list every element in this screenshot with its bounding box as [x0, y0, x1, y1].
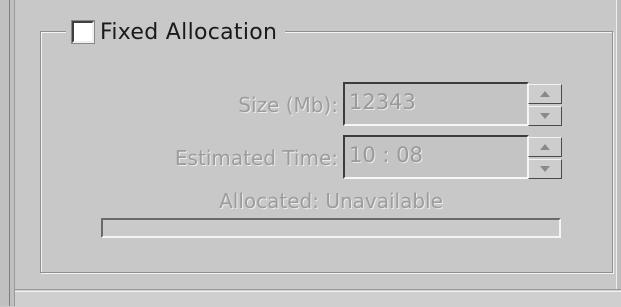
- fixed-allocation-legend[interactable]: Fixed Allocation: [66, 17, 286, 47]
- size-input[interactable]: 12343: [343, 82, 529, 126]
- triangle-up-icon: [540, 91, 550, 97]
- time-spin-down-button[interactable]: [528, 159, 562, 179]
- size-spin-down-button[interactable]: [528, 106, 562, 126]
- fixed-allocation-checkbox[interactable]: [72, 21, 94, 43]
- window-left-edge: [0, 0, 15, 306]
- allocated-status-label: Allocated: Unavailable: [219, 189, 443, 213]
- triangle-down-icon: [540, 113, 550, 119]
- triangle-down-icon: [540, 166, 550, 172]
- time-spin-up-button[interactable]: [528, 137, 562, 157]
- size-spin-up-button[interactable]: [528, 84, 562, 104]
- window-right-edge: [616, 0, 621, 306]
- estimated-time-label: Estimated Time:: [174, 146, 338, 170]
- size-label: Size (Mb):: [238, 93, 338, 117]
- fixed-allocation-label[interactable]: Fixed Allocation: [100, 20, 277, 45]
- triangle-up-icon: [540, 144, 550, 150]
- estimated-time-input[interactable]: 10 : 08: [343, 135, 529, 179]
- bottom-panel-edge: [15, 289, 621, 307]
- allocation-progress-bar: [101, 218, 561, 238]
